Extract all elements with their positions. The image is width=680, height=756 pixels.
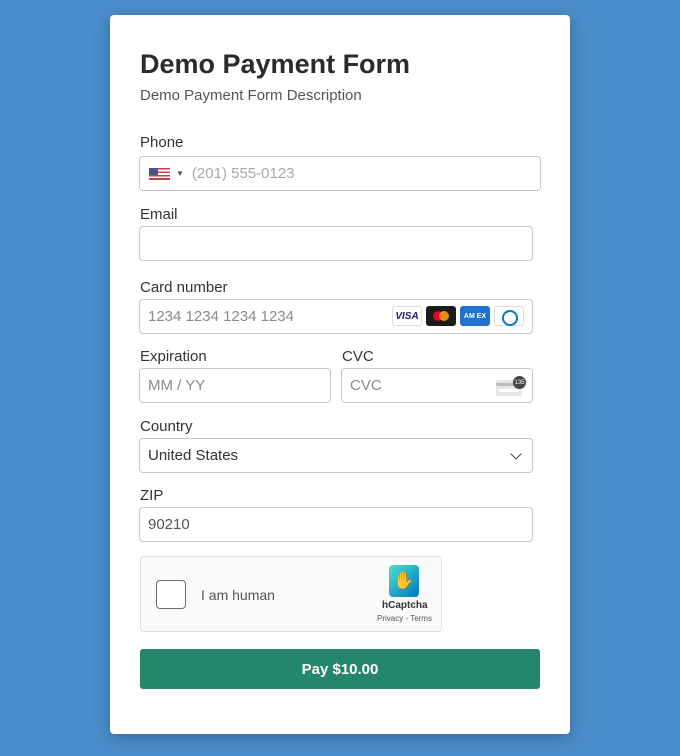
country-label: Country [140,418,193,435]
phone-input[interactable]: ▼ (201) 555-0123 [139,156,541,191]
amex-icon: AM EX [460,306,490,326]
captcha-checkbox[interactable] [156,580,186,609]
diners-icon [494,306,524,326]
phone-placeholder: (201) 555-0123 [191,165,295,182]
email-label: Email [140,206,178,223]
cvc-placeholder: CVC [350,377,382,394]
expiration-placeholder: MM / YY [148,377,206,394]
phone-label: Phone [140,134,184,151]
zip-input[interactable]: 90210 [139,507,533,542]
caret-down-icon[interactable]: ▼ [176,169,184,178]
email-input[interactable] [139,226,533,261]
cvc-card-icon: 135 [496,376,526,396]
hcaptcha-logo-icon: ✋ [389,565,419,597]
card-brands: VISA AM EX [392,306,524,326]
cvc-label: CVC [342,348,374,365]
card-number-placeholder: 1234 1234 1234 1234 [148,308,294,325]
country-selected-value: United States [148,447,239,464]
card-number-input[interactable]: 1234 1234 1234 1234 VISA AM EX [139,299,533,334]
payment-form-card: Demo Payment Form Demo Payment Form Desc… [110,15,570,734]
us-flag-icon[interactable] [149,167,170,180]
country-select[interactable]: United States [139,438,533,473]
captcha-label: I am human [201,587,275,603]
zip-value: 90210 [148,516,190,533]
hcaptcha-brand: hCaptcha [382,600,428,611]
card-number-label: Card number [140,279,228,296]
form-description: Demo Payment Form Description [140,87,362,104]
hcaptcha-widget: I am human ✋ hCaptcha Privacy - Terms [140,556,442,632]
cvc-input[interactable]: CVC 135 [341,368,533,403]
page-title: Demo Payment Form [140,49,411,79]
captcha-privacy-terms-links[interactable]: Privacy - Terms [377,614,432,623]
pay-button[interactable]: Pay $10.00 [140,649,540,689]
expiration-input[interactable]: MM / YY [139,368,331,403]
expiration-label: Expiration [140,348,207,365]
visa-icon: VISA [392,306,422,326]
mastercard-icon [426,306,456,326]
chevron-down-icon [510,447,522,460]
zip-label: ZIP [140,487,164,504]
